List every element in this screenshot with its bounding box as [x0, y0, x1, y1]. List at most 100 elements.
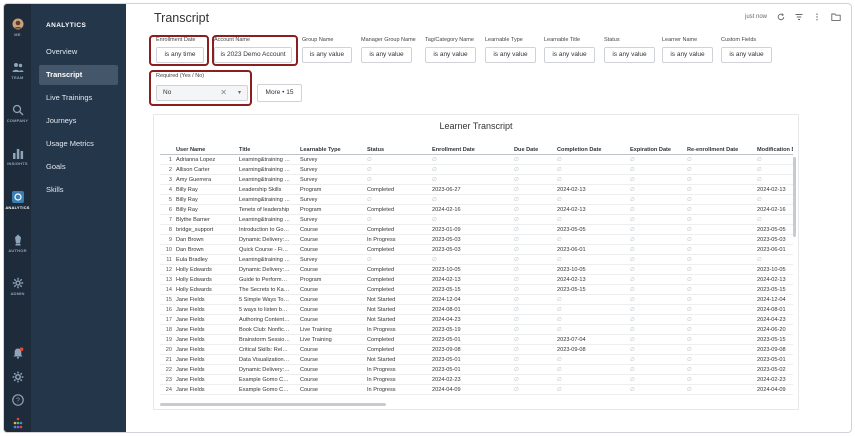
- table-row[interactable]: 18 Jane Fields Book Club: Nonfic… Live Trai…: [160, 325, 793, 335]
- table-cell: ∅: [630, 377, 635, 383]
- table-row[interactable]: 14 Holly Edwards The Secrets to Ka… Course C…: [160, 285, 793, 295]
- table-row[interactable]: 24 Jane Fields Example Gomo C… Course In Pro…: [160, 385, 793, 395]
- rail-item-admin[interactable]: ADMIN: [4, 277, 31, 296]
- filter-custom-fields: Custom Fields is any value: [721, 37, 772, 63]
- last-updated-text: just now: [744, 14, 767, 20]
- notifications-button[interactable]: [4, 347, 31, 359]
- table-row[interactable]: 22 Jane Fields Dynamic Delivery:… Course In …: [160, 365, 793, 375]
- table-cell: ∅: [687, 167, 692, 173]
- column-header[interactable]: Title: [239, 145, 297, 155]
- rail-item-me[interactable]: ME: [4, 18, 31, 37]
- table-cell: ∅: [557, 307, 562, 313]
- table-row[interactable]: 11 Eula Bradley Learning&training … Survey ∅…: [160, 255, 793, 265]
- pen-icon: [14, 234, 21, 246]
- column-header[interactable]: Enrollment Date: [432, 145, 511, 155]
- table-cell: ∅: [514, 357, 519, 363]
- rail-item-team[interactable]: TEAM: [4, 61, 31, 80]
- filter-manager-group-name-value[interactable]: is any value: [361, 47, 412, 63]
- settings-button[interactable]: [4, 371, 31, 383]
- app-switcher-button[interactable]: [4, 417, 31, 429]
- table-row[interactable]: 3 Amy Guerrera Learning&training … Survey ∅ ∅…: [160, 175, 793, 185]
- rail-item-company[interactable]: COMPANY: [4, 104, 31, 123]
- filter-status-value[interactable]: is any value: [604, 47, 655, 63]
- table-row[interactable]: 8 bridge_support Introduction to Go… Course…: [160, 225, 793, 235]
- table-cell: Completed: [367, 267, 395, 273]
- table-cell: Dynamic Delivery:…: [239, 267, 290, 273]
- help-button[interactable]: ?: [4, 394, 31, 406]
- table-row[interactable]: 12 Holly Edwards Dynamic Delivery:… Course C…: [160, 265, 793, 275]
- column-header[interactable]: User Name: [176, 145, 236, 155]
- table-row[interactable]: 4 Billy Ray Leadership Skills Program Comple…: [160, 185, 793, 195]
- table-row[interactable]: 6 Billy Ray Tenets of leadership Program Com…: [160, 205, 793, 215]
- more-filters-button[interactable]: More • 15: [257, 84, 302, 102]
- horizontal-scrollbar[interactable]: [160, 403, 386, 406]
- nav-item-skills[interactable]: Skills: [39, 180, 118, 200]
- column-header[interactable]: Modification Da: [757, 145, 793, 155]
- table-cell: Course: [300, 307, 319, 313]
- column-header[interactable]: Re-enrollment Date: [687, 145, 754, 155]
- column-header[interactable]: Learnable Type: [300, 145, 362, 155]
- table-row[interactable]: 16 Jane Fields 5 ways to listen b… Course No…: [160, 305, 793, 315]
- highlight-enrollment-date: [149, 35, 209, 66]
- filter-learnable-title-value[interactable]: is any value: [544, 47, 595, 63]
- filter-tag-category-name-value[interactable]: is any value: [425, 47, 476, 63]
- rail-item-insights[interactable]: INSIGHTS: [4, 147, 31, 166]
- table-cell: ∅: [687, 307, 692, 313]
- table-row[interactable]: 21 Jane Fields Data Visualization… Course No…: [160, 355, 793, 365]
- rail-item-analytics[interactable]: ANALYTICS: [4, 191, 31, 210]
- table-row[interactable]: 5 Billy Ray Learning&training … Survey ∅ ∅ ∅ ∅ ∅…: [160, 195, 793, 205]
- table-row[interactable]: 20 Jane Fields Critical Skills: Rel… Course…: [160, 345, 793, 355]
- table-cell: Dan Brown: [176, 247, 204, 253]
- table-row[interactable]: 2 Allison Carter Learning&training … Survey…: [160, 165, 793, 175]
- rail-item-author[interactable]: AUTHOR: [4, 234, 31, 253]
- more-vert-icon[interactable]: [813, 13, 821, 21]
- nav-item-live-trainings[interactable]: Live Trainings: [39, 88, 118, 108]
- table-cell: Critical Skills: Rel…: [239, 347, 288, 353]
- folder-icon[interactable]: [831, 12, 841, 22]
- table-row[interactable]: 23 Jane Fields Example Gomo C… Course In Pro…: [160, 375, 793, 385]
- nav-item-transcript[interactable]: Transcript: [39, 65, 118, 85]
- table-row[interactable]: 13 Holly Edwards Guide to Perform… Program C…: [160, 275, 793, 285]
- column-header[interactable]: Status: [367, 145, 429, 155]
- table-row[interactable]: 15 Jane Fields 5 Simple Ways To… Course Not …: [160, 295, 793, 305]
- column-header[interactable]: Expiration Date: [630, 145, 684, 155]
- table-cell: ∅: [630, 297, 635, 303]
- table-row[interactable]: 7 Blythe Barner Learning&training … Survey ∅…: [160, 215, 793, 225]
- filter-group-name-value[interactable]: is any value: [302, 47, 352, 63]
- table-row[interactable]: 1 Adrianna Lopez Learning&training … Survey…: [160, 155, 793, 165]
- column-header[interactable]: Completion Date: [557, 145, 627, 155]
- table-cell: ∅: [557, 297, 562, 303]
- row-number: 3: [168, 177, 172, 183]
- nav-item-goals[interactable]: Goals: [39, 157, 118, 177]
- table-cell: ∅: [514, 387, 519, 393]
- table-cell: Amy Guerrera: [176, 177, 212, 183]
- filter-learnable-type: Learnable Type is any value: [485, 37, 536, 63]
- column-header[interactable]: Due Date: [514, 145, 554, 155]
- table-row[interactable]: 9 Dan Brown Dynamic Delivery:… Course In Pro…: [160, 235, 793, 245]
- row-number: 9: [168, 237, 172, 243]
- table-cell: 2024-12-04: [757, 297, 786, 303]
- table-row[interactable]: 17 Jane Fields Authoring Content… Course Not…: [160, 315, 793, 325]
- transcript-table: User Name Title Learnable Type Status Enroll…: [160, 145, 793, 403]
- table-cell: 2024-02-13: [757, 277, 786, 283]
- row-number: 15: [165, 297, 172, 303]
- table-row[interactable]: 19 Jane Fields Brainstorm Sessio… Live Trai…: [160, 335, 793, 345]
- app-grid-icon: [13, 417, 22, 429]
- table-cell: Completed: [367, 187, 395, 193]
- filter-learner-name-value[interactable]: is any value: [662, 47, 713, 63]
- filter-icon[interactable]: [795, 13, 803, 21]
- table-row[interactable]: 10 Dan Brown Quick Course - Fi… Course Compl…: [160, 245, 793, 255]
- table-cell: Jane Fields: [176, 297, 205, 303]
- filter-learnable-type-value[interactable]: is any value: [485, 47, 536, 63]
- highlight-account-name: [212, 35, 298, 66]
- nav-item-overview[interactable]: Overview: [39, 42, 118, 62]
- filter-manager-group-name-label: Manager Group Name: [361, 37, 416, 43]
- nav-item-journeys[interactable]: Journeys: [39, 111, 118, 131]
- table-cell: The Secrets to Ka…: [239, 287, 290, 293]
- table-cell: ∅: [514, 307, 519, 313]
- refresh-icon[interactable]: [777, 13, 785, 21]
- nav-item-usage-metrics[interactable]: Usage Metrics: [39, 134, 118, 154]
- filter-custom-fields-value[interactable]: is any value: [721, 47, 772, 63]
- vertical-scrollbar[interactable]: [793, 157, 796, 237]
- table-cell: ∅: [757, 167, 762, 173]
